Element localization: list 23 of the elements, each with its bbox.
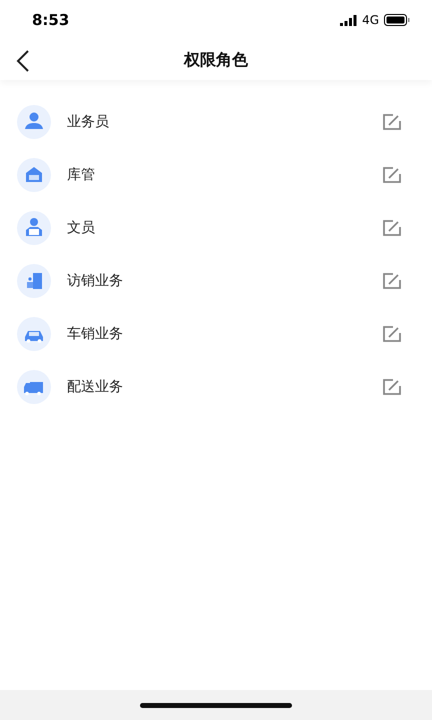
- role-name: 业务员: [67, 112, 110, 130]
- network-label: 4G: [362, 13, 379, 27]
- role-name: 文员: [67, 218, 96, 236]
- edit-icon[interactable]: [382, 112, 402, 130]
- status-time: 8:53: [32, 11, 70, 29]
- signal-icon: [340, 14, 358, 26]
- battery-icon: [384, 14, 410, 26]
- house-icon: [17, 158, 51, 192]
- person-icon: [17, 104, 51, 138]
- edit-icon[interactable]: [382, 324, 402, 342]
- role-name: 车销业务: [67, 324, 124, 342]
- edit-icon[interactable]: [382, 272, 402, 290]
- edit-icon[interactable]: [382, 378, 402, 396]
- car-icon: [17, 316, 51, 350]
- edit-icon[interactable]: [382, 218, 402, 236]
- role-name: 库管: [67, 166, 96, 184]
- role-name: 配送业务: [67, 378, 124, 396]
- role-name: 访销业务: [67, 272, 124, 290]
- edit-icon[interactable]: [382, 166, 402, 184]
- clerk-icon: [17, 210, 51, 244]
- back-icon[interactable]: [16, 50, 30, 72]
- page-title: 权限角色: [184, 50, 248, 70]
- truck-icon: [17, 370, 51, 404]
